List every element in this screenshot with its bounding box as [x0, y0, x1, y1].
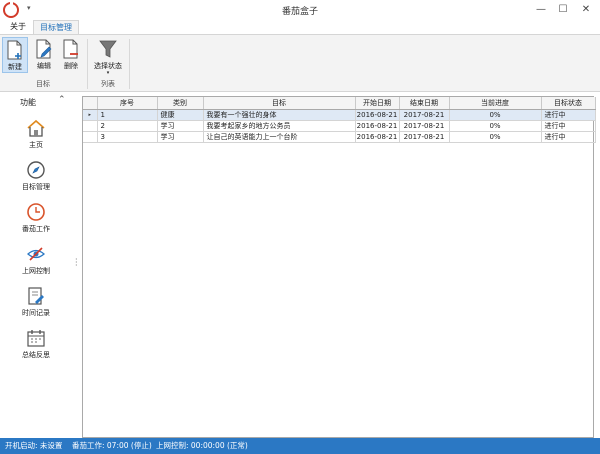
cell-goal[interactable]: 让自己的英语能力上一个台阶 — [203, 131, 356, 143]
status-internet-control: 上网控制: 00:00:00 (正常) — [156, 441, 248, 450]
cell-no[interactable]: 2 — [97, 120, 158, 132]
ribbon-tabs: 关于 目标管理 — [0, 20, 600, 34]
new-button-label: 新建 — [8, 63, 22, 71]
table-header-row: 序号 类别 目标 开始日期 结束日期 当前进度 目标状态 — [83, 97, 596, 110]
eye-blocked-icon — [27, 247, 45, 261]
goals-table: 序号 类别 目标 开始日期 结束日期 当前进度 目标状态 ▸ 1 健康 我要有一… — [83, 97, 596, 143]
status-bar: 开机启动: 未设置 番茄工作: 07:00 (停止) 上网控制: 00:00:0… — [0, 438, 600, 454]
cell-progress[interactable]: 0% — [449, 109, 542, 121]
column-header-end-date[interactable]: 结束日期 — [399, 97, 450, 110]
collapse-icon[interactable]: ⌃ — [58, 95, 66, 105]
status-startup: 开机启动: 未设置 — [5, 441, 63, 450]
goals-grid: 序号 类别 目标 开始日期 结束日期 当前进度 目标状态 ▸ 1 健康 我要有一… — [82, 96, 596, 438]
sidebar: 功能 ⌃ 主页 目标管理 番茄工作 上网控制 时间记录 总结反思 — [0, 92, 74, 438]
row-indicator-icon — [83, 120, 98, 132]
delete-button-label: 删除 — [64, 62, 78, 70]
title-bar: ▾ 番茄盒子 — ☐ ✕ — [0, 0, 600, 20]
cell-progress[interactable]: 0% — [449, 131, 542, 143]
group-label-goal: 目标 — [36, 80, 50, 88]
select-status-button[interactable]: 选择状态 ▾ — [90, 37, 126, 76]
cell-status[interactable]: 进行中 — [541, 109, 596, 121]
new-document-icon — [7, 40, 22, 60]
tab-about[interactable]: 关于 — [4, 20, 32, 34]
column-header-start-date[interactable]: 开始日期 — [355, 97, 400, 110]
edit-document-icon — [36, 39, 52, 59]
status-tomato-work: 番茄工作: 07:00 (停止) — [72, 441, 152, 450]
column-header-status[interactable]: 目标状态 — [541, 97, 596, 110]
minimize-button[interactable]: — — [532, 2, 550, 18]
window-title: 番茄盒子 — [281, 7, 318, 17]
group-label-list: 列表 — [101, 80, 115, 88]
time-record-icon — [28, 287, 44, 305]
home-icon — [27, 119, 45, 137]
cell-start-date[interactable]: 2016-08-21 — [355, 109, 400, 121]
table-row[interactable]: 3 学习 让自己的英语能力上一个台阶 2016-08-21 2017-08-21… — [83, 131, 596, 143]
group-separator — [129, 39, 130, 89]
cell-end-date[interactable]: 2017-08-21 — [399, 131, 450, 143]
sidebar-item-label: 总结反思 — [22, 351, 50, 359]
tab-goal-management[interactable]: 目标管理 — [33, 20, 79, 34]
cell-goal[interactable]: 我要有一个强壮的身体 — [203, 109, 356, 121]
cell-goal[interactable]: 我要考起家乡的地方公务员 — [203, 120, 356, 132]
cell-no[interactable]: 1 — [97, 109, 158, 121]
sidebar-header: 功能 — [20, 98, 36, 107]
compass-icon — [27, 161, 45, 179]
cell-status[interactable]: 进行中 — [541, 120, 596, 132]
new-button[interactable]: 新建 — [2, 37, 28, 73]
column-header-indicator — [83, 97, 98, 110]
sidebar-item-summary[interactable]: 总结反思 — [6, 328, 66, 368]
delete-button[interactable]: 删除 — [58, 37, 84, 73]
cell-progress[interactable]: 0% — [449, 120, 542, 132]
splitter-handle[interactable]: · · · — [75, 256, 78, 270]
cell-end-date[interactable]: 2017-08-21 — [399, 109, 450, 121]
sidebar-item-label: 目标管理 — [22, 183, 50, 191]
clock-icon — [27, 203, 45, 221]
column-header-progress[interactable]: 当前进度 — [449, 97, 542, 110]
group-separator — [87, 39, 88, 89]
cell-category[interactable]: 健康 — [157, 109, 204, 121]
cell-no[interactable]: 3 — [97, 131, 158, 143]
chevron-down-icon: ▾ — [106, 70, 110, 76]
sidebar-item-time-record[interactable]: 时间记录 — [6, 286, 66, 326]
maximize-button[interactable]: ☐ — [554, 2, 572, 18]
sidebar-item-internet-control[interactable]: 上网控制 — [6, 244, 66, 284]
cell-start-date[interactable]: 2016-08-21 — [355, 131, 400, 143]
close-button[interactable]: ✕ — [577, 2, 595, 18]
column-header-goal[interactable]: 目标 — [203, 97, 356, 110]
sidebar-item-tomato-work[interactable]: 番茄工作 — [6, 202, 66, 242]
calendar-icon — [27, 330, 45, 347]
column-header-category[interactable]: 类别 — [157, 97, 204, 110]
cell-end-date[interactable]: 2017-08-21 — [399, 120, 450, 132]
cell-category[interactable]: 学习 — [157, 131, 204, 143]
edit-button-label: 编辑 — [37, 62, 51, 70]
sidebar-item-label: 番茄工作 — [22, 225, 50, 233]
cell-start-date[interactable]: 2016-08-21 — [355, 120, 400, 132]
sidebar-item-goal-management[interactable]: 目标管理 — [6, 160, 66, 200]
sidebar-item-label: 上网控制 — [22, 267, 50, 275]
sidebar-item-home[interactable]: 主页 — [6, 118, 66, 158]
cell-status[interactable]: 进行中 — [541, 131, 596, 143]
row-indicator-icon: ▸ — [83, 109, 98, 121]
table-row[interactable]: ▸ 1 健康 我要有一个强壮的身体 2016-08-21 2017-08-21 … — [83, 109, 596, 121]
column-header-no[interactable]: 序号 — [97, 97, 158, 110]
table-row[interactable]: 2 学习 我要考起家乡的地方公务员 2016-08-21 2017-08-21 … — [83, 120, 596, 132]
cell-category[interactable]: 学习 — [157, 120, 204, 132]
sidebar-item-label: 时间记录 — [22, 309, 50, 317]
edit-button[interactable]: 编辑 — [31, 37, 57, 73]
sidebar-item-label: 主页 — [29, 141, 43, 149]
delete-document-icon — [63, 39, 78, 59]
ribbon: 新建 编辑 删除 目标 选择状态 ▾ 列表 — [0, 34, 600, 92]
filter-icon — [99, 40, 117, 58]
row-indicator-icon — [83, 131, 98, 143]
